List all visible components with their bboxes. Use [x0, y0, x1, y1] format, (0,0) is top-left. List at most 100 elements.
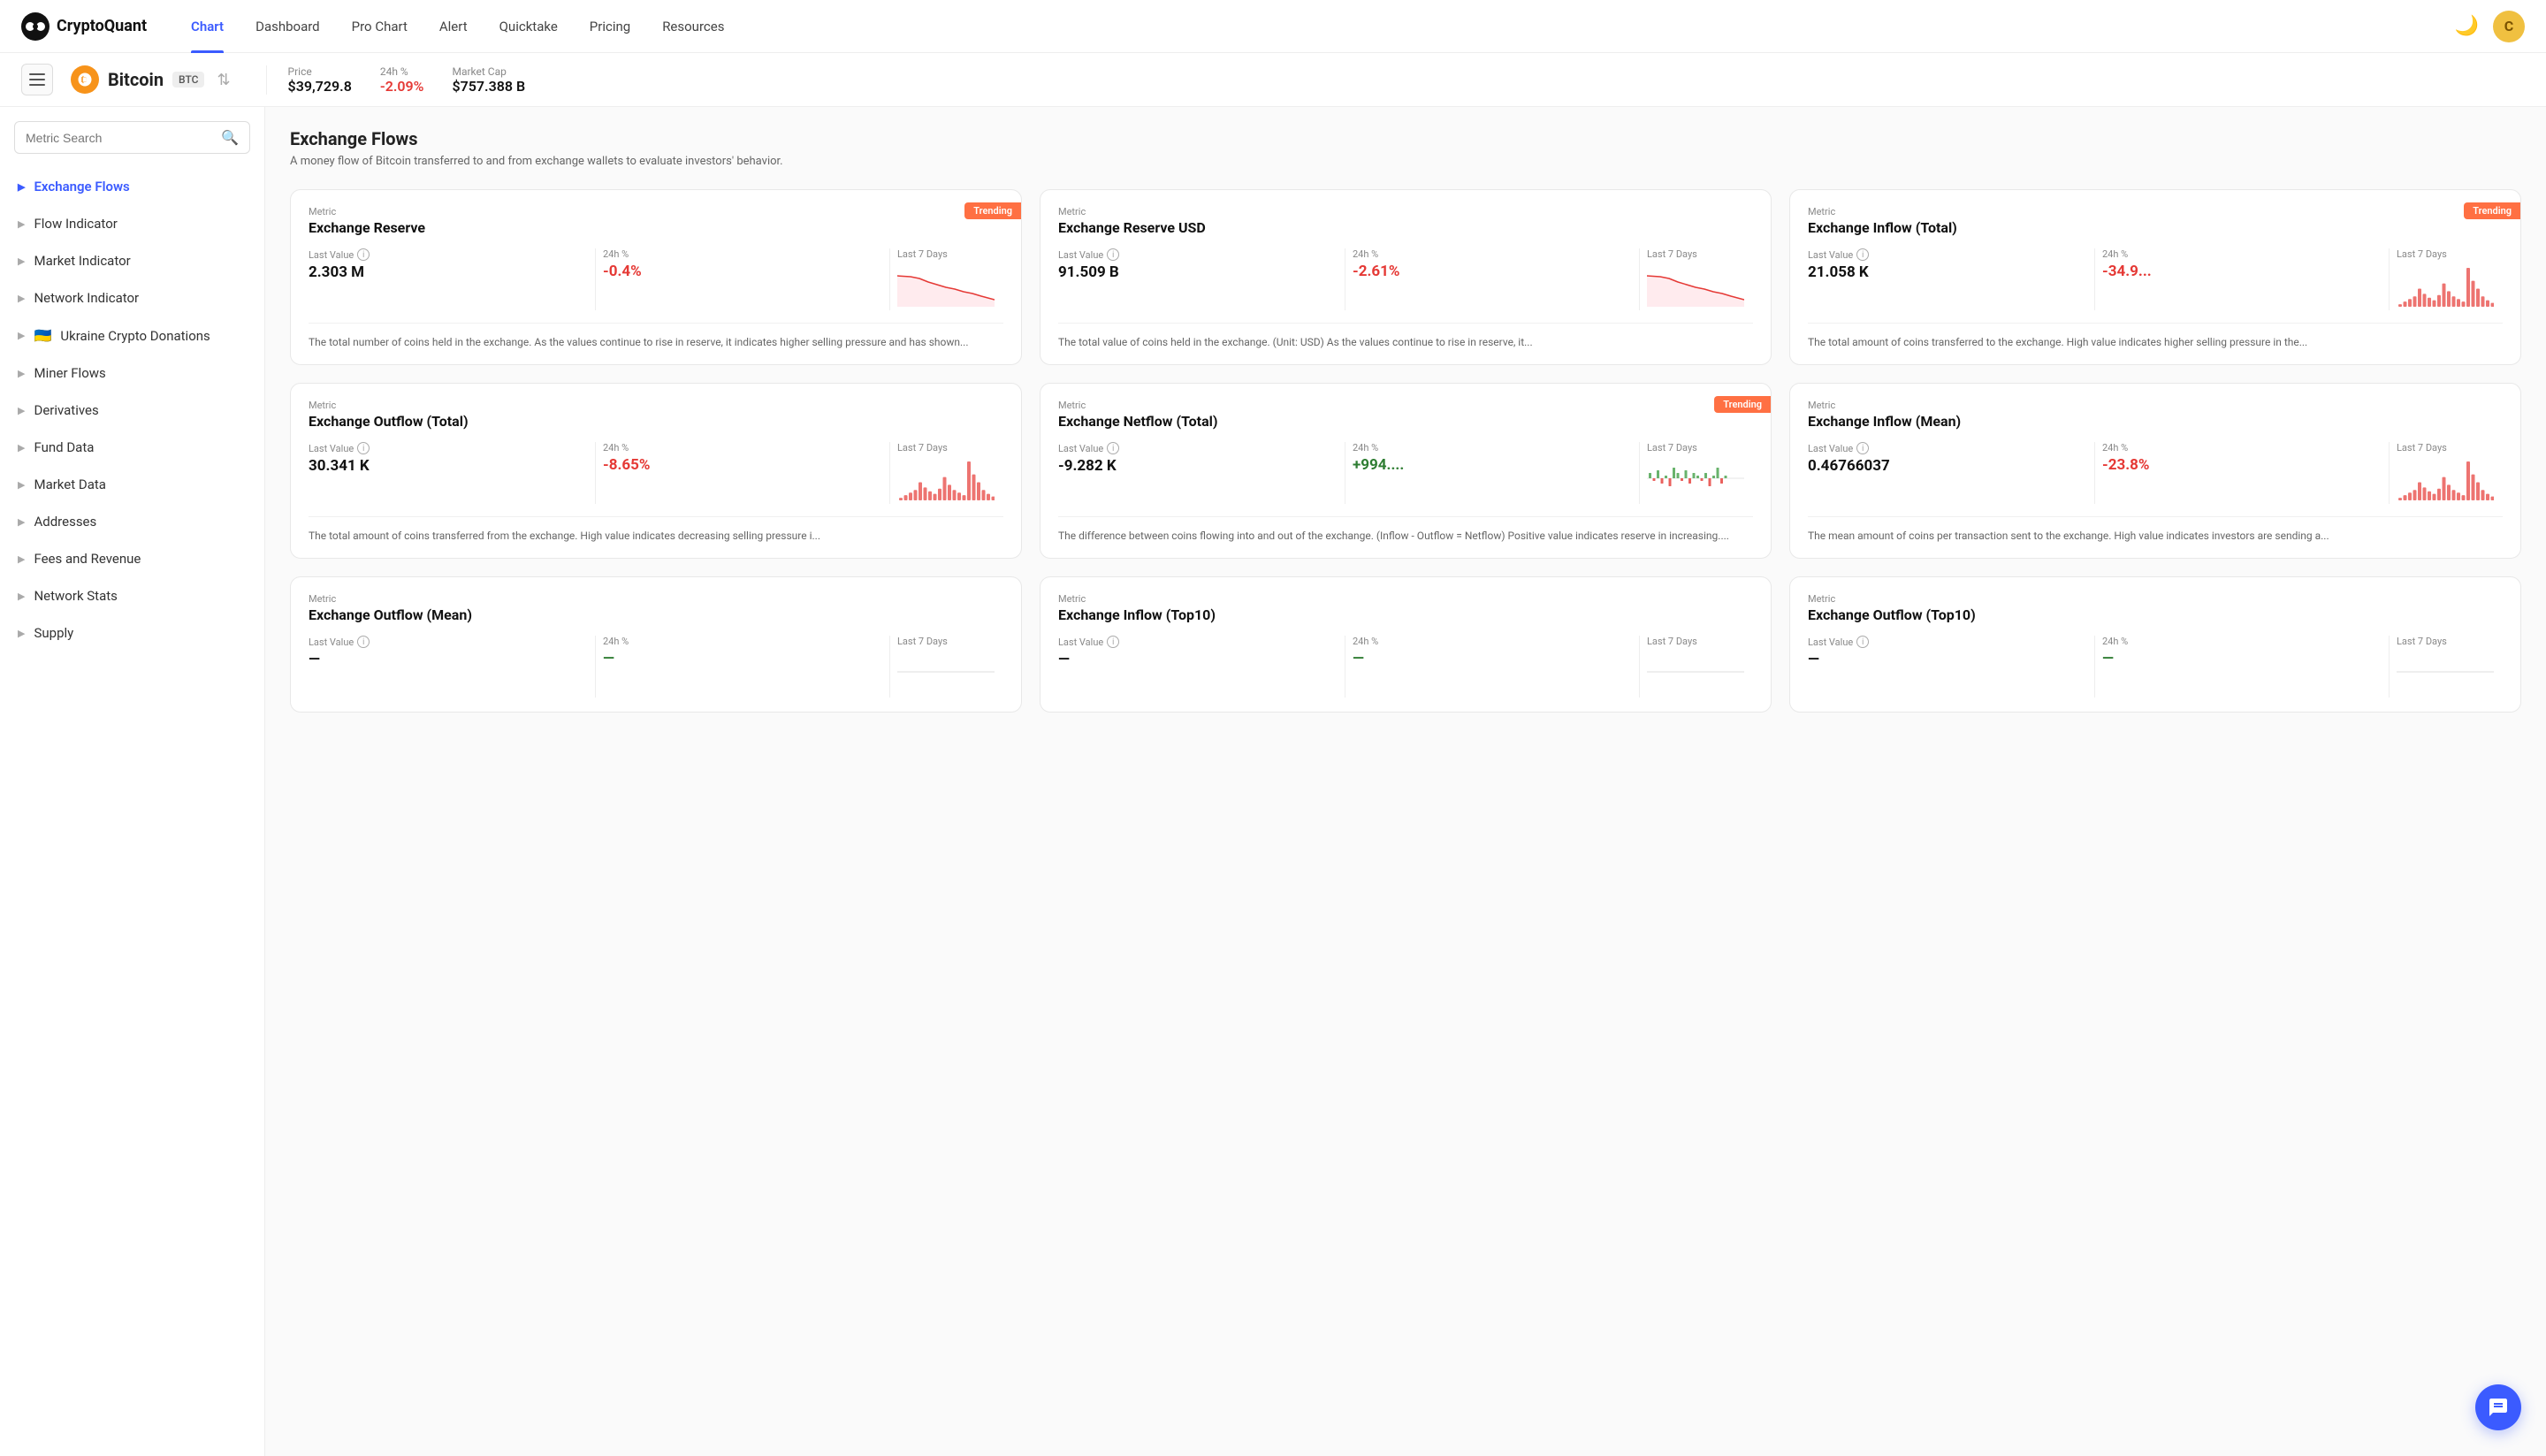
sidebar-item-network-indicator[interactable]: ▶ Network Indicator	[0, 279, 264, 316]
metric-name: Exchange Netflow (Total)	[1058, 413, 1753, 430]
divider	[2094, 636, 2095, 698]
last-value-label: Last Value i	[1058, 248, 1338, 261]
change-value: —	[2102, 650, 2382, 667]
change-stat: 24h % —	[2102, 636, 2382, 667]
metric-label: Metric	[1058, 206, 1753, 217]
change-value: -2.61%	[1353, 263, 1632, 280]
theme-toggle-icon[interactable]: 🌙	[2455, 15, 2479, 37]
nav-dashboard[interactable]: Dashboard	[240, 0, 336, 53]
metric-name: Exchange Inflow (Top10)	[1058, 606, 1753, 623]
last-value: 91.509 B	[1058, 263, 1338, 281]
last-value-stat: Last Value i —	[1808, 636, 2087, 668]
change-value: -8.65%	[603, 456, 882, 474]
change-label: 24h %	[2102, 442, 2382, 454]
chevron-right-icon: ▶	[18, 628, 25, 639]
nav-resources[interactable]: Resources	[646, 0, 740, 53]
trending-badge: Trending	[2464, 202, 2520, 219]
metric-search-box[interactable]: 🔍	[14, 121, 250, 154]
info-icon[interactable]: i	[1856, 248, 1869, 261]
sidebar-label-fund-data: Fund Data	[34, 439, 94, 455]
chart-label: Last 7 Days	[1647, 442, 1753, 454]
info-icon[interactable]: i	[1856, 442, 1869, 454]
sidebar-toggle-button[interactable]	[21, 64, 53, 95]
metric-card-5[interactable]: Metric Exchange Inflow (Mean) Last Value…	[1789, 383, 2521, 559]
metric-card-3[interactable]: Metric Exchange Outflow (Total) Last Val…	[290, 383, 1022, 559]
metric-card-0[interactable]: Trending Metric Exchange Reserve Last Va…	[290, 189, 1022, 365]
sidebar-item-exchange-flows[interactable]: ▶ Exchange Flows	[0, 168, 264, 205]
sidebar-item-market-indicator[interactable]: ▶ Market Indicator	[0, 242, 264, 279]
sidebar-item-flow-indicator[interactable]: ▶ Flow Indicator	[0, 205, 264, 242]
divider	[1639, 636, 1640, 698]
chart-area: Last 7 Days	[897, 442, 1003, 504]
logo[interactable]: CryptoQuant	[21, 12, 147, 41]
nav-chart[interactable]: Chart	[175, 0, 240, 53]
nav-quicktake[interactable]: Quicktake	[484, 0, 574, 53]
sidebar-label-market-data: Market Data	[34, 476, 105, 492]
sidebar-item-supply[interactable]: ▶ Supply	[0, 614, 264, 652]
sidebar-item-ukraine[interactable]: ▶ 🇺🇦 Ukraine Crypto Donations	[0, 316, 264, 354]
info-icon[interactable]: i	[357, 248, 370, 261]
last-value-stat: Last Value i 91.509 B	[1058, 248, 1338, 281]
metric-card-7[interactable]: Metric Exchange Inflow (Top10) Last Valu…	[1040, 576, 1772, 713]
info-icon[interactable]: i	[1856, 636, 1869, 648]
last-value: 0.46766037	[1808, 457, 2087, 475]
user-avatar[interactable]: C	[2493, 11, 2525, 42]
divider	[595, 636, 596, 698]
sidebar-item-derivatives[interactable]: ▶ Derivatives	[0, 392, 264, 429]
last-value-stat: Last Value i 2.303 M	[309, 248, 588, 281]
divider	[889, 636, 890, 698]
change-label: 24h %	[2102, 636, 2382, 647]
last-value-label: Last Value i	[309, 248, 588, 261]
chart-area: Last 7 Days	[897, 248, 1003, 310]
change-value: -0.4%	[603, 263, 882, 280]
nav-pro-chart[interactable]: Pro Chart	[336, 0, 423, 53]
metric-label: Metric	[1058, 400, 1753, 411]
section-desc: A money flow of Bitcoin transferred to a…	[290, 155, 2521, 168]
last-value-label: Last Value i	[1808, 248, 2087, 261]
info-icon[interactable]: i	[1107, 248, 1119, 261]
nav-pricing[interactable]: Pricing	[574, 0, 646, 53]
change-value: -23.8%	[2102, 456, 2382, 474]
info-icon[interactable]: i	[357, 442, 370, 454]
metric-card-6[interactable]: Metric Exchange Outflow (Mean) Last Valu…	[290, 576, 1022, 713]
metric-card-8[interactable]: Metric Exchange Outflow (Top10) Last Val…	[1789, 576, 2521, 713]
sidebar-item-miner-flows[interactable]: ▶ Miner Flows	[0, 354, 264, 392]
metric-card-4[interactable]: Trending Metric Exchange Netflow (Total)…	[1040, 383, 1772, 559]
nav-alert[interactable]: Alert	[423, 0, 484, 53]
metric-card-1[interactable]: Metric Exchange Reserve USD Last Value i…	[1040, 189, 1772, 365]
change-value: -34.9...	[2102, 263, 2382, 280]
sidebar-item-fund-data[interactable]: ▶ Fund Data	[0, 429, 264, 466]
chart-label: Last 7 Days	[2397, 248, 2503, 260]
chart-label: Last 7 Days	[1647, 248, 1753, 260]
sidebar-item-addresses[interactable]: ▶ Addresses	[0, 503, 264, 540]
metric-label: Metric	[309, 206, 1003, 217]
metric-card-2[interactable]: Trending Metric Exchange Inflow (Total) …	[1789, 189, 2521, 365]
chart-area: Last 7 Days	[1647, 636, 1753, 698]
mcap-value: $757.388 B	[452, 78, 525, 95]
chart-area: Last 7 Days	[2397, 248, 2503, 310]
last-value-label: Last Value i	[1058, 636, 1338, 648]
chat-fab-button[interactable]	[2475, 1384, 2521, 1430]
metric-desc: The mean amount of coins per transaction…	[1808, 516, 2503, 544]
chevron-right-icon: ▶	[18, 218, 25, 230]
metric-search-input[interactable]	[26, 131, 214, 145]
search-icon: 🔍	[221, 129, 239, 146]
last-value: 21.058 K	[1808, 263, 2087, 281]
change-label: 24h %	[603, 636, 882, 647]
sidebar-item-market-data[interactable]: ▶ Market Data	[0, 466, 264, 503]
sidebar-label-market-indicator: Market Indicator	[34, 253, 130, 269]
mcap-stat: Market Cap $757.388 B	[452, 65, 525, 95]
info-icon[interactable]: i	[1107, 636, 1119, 648]
sidebar-item-fees-revenue[interactable]: ▶ Fees and Revenue	[0, 540, 264, 577]
info-icon[interactable]: i	[357, 636, 370, 648]
ukraine-flag: 🇺🇦	[34, 327, 51, 344]
metric-label: Metric	[1808, 206, 2503, 217]
change-stat: 24h % -8.65%	[603, 442, 882, 474]
swap-icon[interactable]: ⇅	[217, 71, 230, 89]
sidebar-item-network-stats[interactable]: ▶ Network Stats	[0, 577, 264, 614]
sidebar-label-ukraine: Ukraine Crypto Donations	[60, 328, 210, 344]
metric-name: Exchange Outflow (Top10)	[1808, 606, 2503, 623]
info-icon[interactable]: i	[1107, 442, 1119, 454]
divider	[2389, 248, 2390, 310]
metric-name: Exchange Reserve	[309, 219, 1003, 236]
